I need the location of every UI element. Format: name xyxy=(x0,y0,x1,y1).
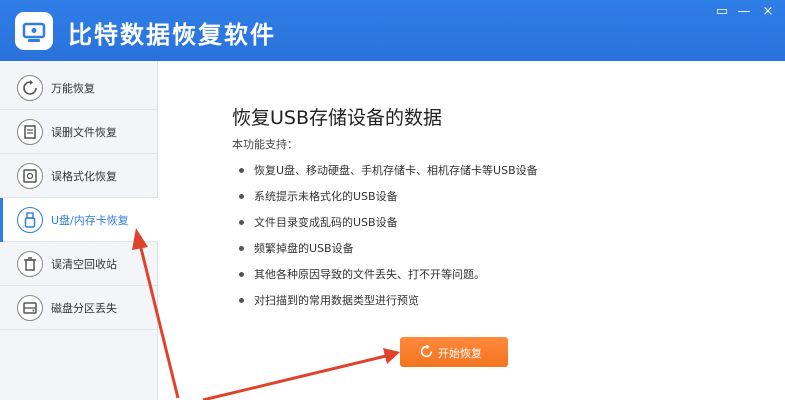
bullet-icon xyxy=(239,245,244,251)
feature-item: 频繁掉盘的USB设备 xyxy=(239,240,354,256)
partition-icon xyxy=(17,295,43,321)
sidebar-item-usb-card-recovery[interactable]: U盘/内存卡恢复 xyxy=(0,198,158,242)
feature-item: 对扫描到的常用数据类型进行预览 xyxy=(239,292,419,308)
app-logo-icon xyxy=(15,12,53,50)
sidebar-item-label: 万能恢复 xyxy=(51,82,95,95)
feature-item: 其他各种原因导致的文件丢失、打不开等问题。 xyxy=(239,266,485,282)
sidebar-item-label: 误格式化恢复 xyxy=(51,170,117,183)
feature-intro: 本功能支持： xyxy=(232,138,298,151)
sidebar-item-label: 误删文件恢复 xyxy=(51,126,117,139)
usb-icon xyxy=(17,207,43,233)
sidebar-item-universal-recovery[interactable]: 万能恢复 xyxy=(0,66,158,110)
start-recovery-label: 开始恢复 xyxy=(438,347,482,360)
refresh-icon xyxy=(17,75,43,101)
minimize-button[interactable]: — xyxy=(734,4,754,20)
main-panel: 恢复USB存储设备的数据 本功能支持： 恢复U盘、移动硬盘、手机存储卡、相机存储… xyxy=(159,61,785,400)
sidebar-item-label: U盘/内存卡恢复 xyxy=(51,214,129,227)
sidebar-item-label: 磁盘分区丢失 xyxy=(51,302,117,315)
sidebar-item-format-recovery[interactable]: 误格式化恢复 xyxy=(0,154,158,198)
bullet-icon xyxy=(239,167,244,173)
trash-icon xyxy=(17,251,43,277)
document-icon xyxy=(17,119,43,145)
feature-item: 文件目录变成乱码的USB设备 xyxy=(239,214,398,230)
sidebar: 万能恢复 误删文件恢复 误格式化恢复 U盘/内存卡恢复 误清空回收站 磁盘分区丢… xyxy=(0,61,158,400)
feature-item: 恢复U盘、移动硬盘、手机存储卡、相机存储卡等USB设备 xyxy=(239,162,538,178)
bullet-icon xyxy=(239,219,244,225)
sidebar-item-label: 误清空回收站 xyxy=(51,258,117,271)
page-title: 恢复USB存储设备的数据 xyxy=(232,107,443,129)
sidebar-item-partition-recovery[interactable]: 磁盘分区丢失 xyxy=(0,286,158,330)
disk-icon xyxy=(17,163,43,189)
refresh-icon xyxy=(420,345,433,358)
title-bar: 比特数据恢复软件 ▭ — × xyxy=(0,0,785,61)
start-recovery-button[interactable]: 开始恢复 xyxy=(400,337,508,367)
restore-window-button[interactable]: ▭ xyxy=(712,4,732,20)
bullet-icon xyxy=(239,297,244,303)
bullet-icon xyxy=(239,193,244,199)
bullet-icon xyxy=(239,271,244,277)
feature-item: 系统提示未格式化的USB设备 xyxy=(239,188,398,204)
sidebar-item-deleted-file-recovery[interactable]: 误删文件恢复 xyxy=(0,110,158,154)
close-button[interactable]: × xyxy=(758,4,778,20)
sidebar-item-recycle-bin-recovery[interactable]: 误清空回收站 xyxy=(0,242,158,286)
app-title: 比特数据恢复软件 xyxy=(68,21,276,49)
